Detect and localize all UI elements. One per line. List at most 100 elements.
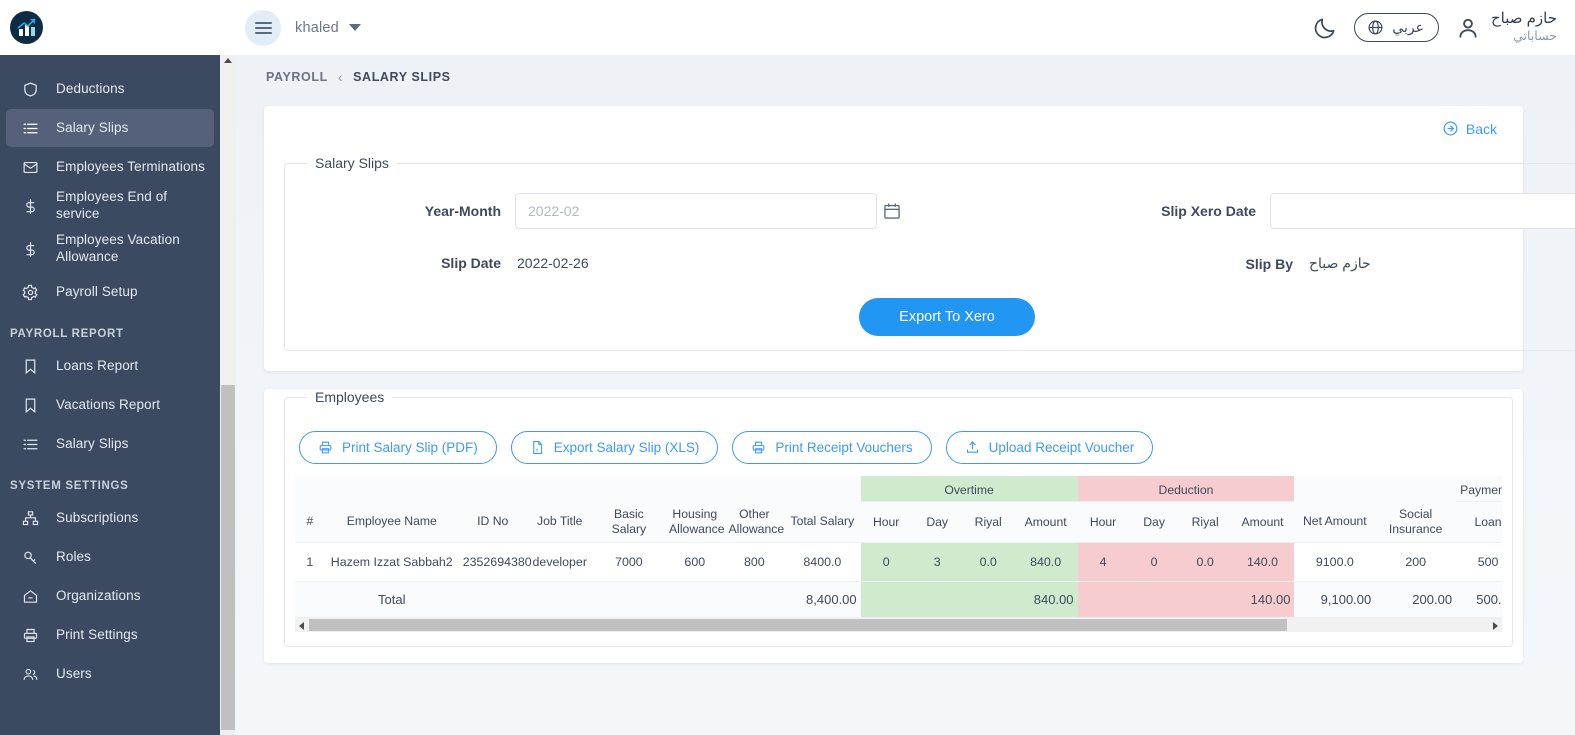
col-social-insurance: Social Insurance <box>1375 501 1457 544</box>
col-overtime-day: Day <box>911 501 963 544</box>
upload-receipt-voucher-button[interactable]: Upload Receipt Voucher <box>945 431 1154 464</box>
slip-date-row: Slip Date 2022-02-26 <box>295 255 947 271</box>
back-button[interactable]: Back <box>1442 120 1497 137</box>
slip-xero-date-input[interactable] <box>1270 193 1575 229</box>
table-horizontal-scrollbar[interactable] <box>295 618 1502 633</box>
sidebar-item-users[interactable]: Users <box>6 655 214 693</box>
form-grid: Year-Month 2022-02 Slip Date 2022-02-26 … <box>295 187 1575 272</box>
sidebar-item-label: Deductions <box>56 80 125 96</box>
sidebar-item-salary-slips-report[interactable]: Salary Slips <box>6 425 214 463</box>
export-to-xero-button[interactable]: Export To Xero <box>859 298 1035 336</box>
moon-icon[interactable] <box>1312 15 1338 41</box>
envelope-icon <box>22 158 44 176</box>
export-salary-slip-xls-button[interactable]: x Export Salary Slip (XLS) <box>510 431 719 464</box>
cell-id-no: 2352694380 <box>458 542 532 583</box>
sidebar-scrollbar-thumb[interactable] <box>221 385 235 730</box>
total-total-salary: 8,400.00 <box>784 581 861 618</box>
chevron-down-icon[interactable] <box>348 24 361 31</box>
col-deduction-riyal: Riyal <box>1179 501 1231 544</box>
total-blank <box>1128 581 1180 618</box>
breadcrumb-root[interactable]: PAYROLL <box>266 70 328 84</box>
cell-total-salary: 8400.0 <box>784 542 861 583</box>
arrow-circle-right-icon <box>1443 121 1458 136</box>
cell-housing-allowance: 600 <box>665 542 725 583</box>
upload-icon <box>966 441 978 453</box>
cell-social-insurance: 200 <box>1375 542 1457 583</box>
col-basic-salary: Basic Salary <box>592 501 665 544</box>
sidebar-item-label: Print Settings <box>56 626 138 642</box>
chart-logo-icon[interactable] <box>10 11 43 44</box>
cell-job-title: developer <box>526 542 593 583</box>
user-account-menu[interactable]: حازم صباح حساباتي <box>1455 10 1557 44</box>
cell-deduction-riyal: 0.0 <box>1179 542 1231 583</box>
button-label: Upload Receipt Voucher <box>988 440 1135 455</box>
col-deduction-hour: Hour <box>1077 501 1129 544</box>
table-total-row: Total 8,400.00 840.00 140.00 9,100.00 20… <box>295 581 1502 618</box>
total-loan: 500.00 <box>1456 581 1502 618</box>
svg-text:x: x <box>535 447 538 453</box>
workspace-name[interactable]: khaled <box>295 20 339 36</box>
hamburger-icon-line <box>254 31 272 34</box>
sidebar-item-salary-slips[interactable]: Salary Slips <box>6 109 214 147</box>
col-housing-allowance: Housing Allowance <box>665 501 725 544</box>
user-subtitle: حساباتي <box>1513 29 1557 44</box>
globe-icon <box>1367 19 1384 36</box>
col-total-salary: Total Salary <box>784 501 861 544</box>
language-toggle[interactable]: عربي <box>1354 13 1439 42</box>
slip-by-value: حازم صباح <box>1309 255 1371 271</box>
table-scrollbar-thumb[interactable] <box>309 619 1287 632</box>
sitemap-icon <box>22 509 44 527</box>
cell-deduction-day: 0 <box>1128 542 1180 583</box>
total-blank <box>295 581 325 618</box>
slip-by-row: Slip By حازم صباح <box>947 255 1575 272</box>
total-blank <box>1179 581 1231 618</box>
print-salary-slip-pdf-button[interactable]: Print Salary Slip (PDF) <box>299 431 497 464</box>
total-blank <box>665 581 725 618</box>
year-month-label: Year-Month <box>424 203 501 219</box>
year-month-placeholder: 2022-02 <box>528 203 580 219</box>
user-avatar-icon <box>1455 15 1481 41</box>
col-overtime-riyal: Riyal <box>962 501 1014 544</box>
dollar-icon <box>22 240 44 258</box>
shield-icon <box>22 80 44 98</box>
home-icon <box>22 587 44 605</box>
sidebar-item-subscriptions[interactable]: Subscriptions <box>6 499 214 537</box>
scroll-right-arrow-icon[interactable] <box>1493 622 1498 631</box>
table-row[interactable]: 1 Hazem Izzat Sabbah2 2352694380 develop… <box>295 542 1502 583</box>
scroll-up-arrow-icon[interactable] <box>224 58 232 63</box>
year-month-input[interactable]: 2022-02 <box>515 193 900 229</box>
table-group-header-row: Overtime Deduction Payments <box>295 476 1502 503</box>
employees-table: Overtime Deduction Payments # Employee N… <box>295 476 1502 618</box>
sidebar-item-roles[interactable]: Roles <box>6 538 214 576</box>
sidebar-item-label: Vacations Report <box>56 396 161 412</box>
sidebar-item-vacations-report[interactable]: Vacations Report <box>6 386 214 424</box>
table-head: Overtime Deduction Payments # Employee N… <box>295 476 1502 544</box>
sidebar-item-payroll-setup[interactable]: Payroll Setup <box>6 273 214 311</box>
sidebar-item-organizations[interactable]: Organizations <box>6 577 214 615</box>
cell-deduction-amount: 140.0 <box>1230 542 1295 583</box>
sidebar-section-payroll-report: PAYROLL REPORT <box>10 328 124 340</box>
cell-deduction-hour: 4 <box>1077 542 1129 583</box>
col-net-amount: Net Amount <box>1294 501 1376 544</box>
scroll-left-arrow-icon[interactable] <box>299 622 304 631</box>
printer-icon <box>753 441 765 454</box>
sidebar-item-employees-terminations[interactable]: Employees Terminations <box>6 148 214 186</box>
printer-icon <box>22 626 44 644</box>
user-texts: حازم صباح حساباتي <box>1491 10 1557 44</box>
print-receipt-vouchers-button[interactable]: Print Receipt Vouchers <box>732 431 932 464</box>
dollar-icon <box>22 197 44 215</box>
sidebar-item-employees-vacation-allowance[interactable]: Employees Vacation Allowance <box>6 226 214 272</box>
sidebar-item-print-settings[interactable]: Print Settings <box>6 616 214 654</box>
sidebar-item-deductions[interactable]: Deductions <box>6 70 214 108</box>
sidebar-item-label: Salary Slips <box>56 435 129 451</box>
breadcrumb-separator-icon: ‹ <box>337 69 344 85</box>
sidebar-scrollbar[interactable] <box>220 55 236 735</box>
sidebar-toggle-button[interactable] <box>245 9 281 46</box>
employees-card: Employees Print Salary Slip (PDF) x Expo… <box>264 389 1523 664</box>
sidebar-item-employees-end-of-service[interactable]: Employees End of service <box>6 187 214 225</box>
total-net-amount: 9,100.00 <box>1294 581 1376 618</box>
sidebar-item-loans-report[interactable]: Loans Report <box>6 347 214 385</box>
calendar-icon[interactable] <box>882 201 902 221</box>
salary-slips-fieldset: Salary Slips Year-Month 2022-02 Slip Dat… <box>284 155 1575 351</box>
cell-net-amount: 9100.0 <box>1294 542 1376 583</box>
